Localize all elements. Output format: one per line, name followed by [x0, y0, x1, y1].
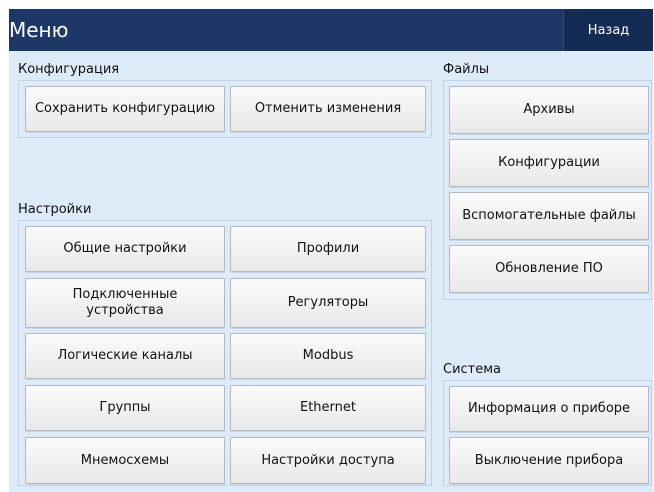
connected-devices-button[interactable]: Подключенные устройства — [25, 278, 225, 328]
groups-button[interactable]: Группы — [25, 385, 225, 431]
header-bar: Меню Назад — [9, 9, 653, 51]
archives-button[interactable]: Архивы — [449, 86, 649, 134]
system-section-title: Система — [443, 362, 502, 377]
device-shutdown-button[interactable]: Выключение прибора — [449, 437, 649, 484]
settings-section-title: Настройки — [18, 202, 92, 217]
firmware-update-button[interactable]: Обновление ПО — [449, 245, 649, 293]
files-section-title: Файлы — [443, 62, 490, 77]
configurations-button[interactable]: Конфигурации — [449, 139, 649, 187]
save-configuration-button[interactable]: Сохранить конфигурацию — [25, 86, 225, 132]
access-settings-button[interactable]: Настройки доступа — [230, 437, 426, 484]
mnemoschemes-button[interactable]: Мнемосхемы — [25, 437, 225, 484]
logic-channels-button[interactable]: Логические каналы — [25, 333, 225, 379]
regulators-button[interactable]: Регуляторы — [230, 278, 426, 328]
page-title: Меню — [9, 18, 69, 42]
configuration-section-title: Конфигурация — [18, 62, 120, 77]
ethernet-button[interactable]: Ethernet — [230, 385, 426, 431]
profiles-button[interactable]: Профили — [230, 226, 426, 272]
back-button[interactable]: Назад — [563, 9, 653, 51]
aux-files-button[interactable]: Вспомогательные файлы — [449, 192, 649, 240]
modbus-button[interactable]: Modbus — [230, 333, 426, 379]
general-settings-button[interactable]: Общие настройки — [25, 226, 225, 272]
device-info-button[interactable]: Информация о приборе — [449, 386, 649, 432]
cancel-changes-button[interactable]: Отменить изменения — [230, 86, 426, 132]
